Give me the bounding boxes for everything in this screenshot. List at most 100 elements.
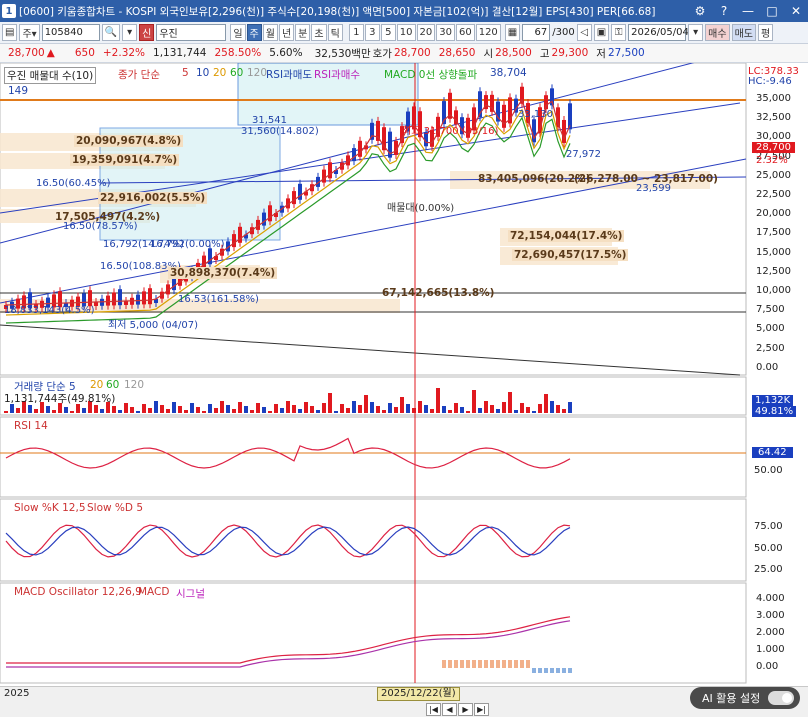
macd-tick: 0.00 xyxy=(756,661,779,672)
volume-bar xyxy=(430,409,434,413)
chart-area[interactable]: 우진 매물대 수(10) 종가 단순 5 10 20 60 120 RSI과매도… xyxy=(0,60,808,686)
price-change-pct: +2.32% xyxy=(102,47,146,59)
volume-bar xyxy=(382,410,386,413)
volume-bar xyxy=(322,403,326,413)
stoch-tick-50: 50.00 xyxy=(754,543,783,554)
minute-button[interactable]: 60 xyxy=(455,24,475,41)
volume-bar xyxy=(142,404,146,413)
volume-value: 1,131,744주(49.81%) xyxy=(4,393,116,405)
scroll-first-icon[interactable]: |◀ xyxy=(426,703,441,716)
minute-button[interactable]: 10 xyxy=(396,24,416,41)
price-tick: 35,000 xyxy=(756,93,791,104)
macd-tick: 1.000 xyxy=(756,644,785,655)
ai-settings-button[interactable]: AI 활용 설정 xyxy=(690,687,800,709)
minute-button[interactable]: 3 xyxy=(364,24,380,41)
minute-button[interactable]: 20 xyxy=(416,24,436,41)
help-icon[interactable]: ? xyxy=(712,1,736,21)
stock-code-input[interactable]: 105840 xyxy=(41,24,100,41)
rsi-label: RSI 14 xyxy=(14,420,48,432)
minimize-icon[interactable]: — xyxy=(736,1,760,21)
save-icon[interactable]: ▣ xyxy=(593,24,610,41)
date-input[interactable]: 2026/05/04 xyxy=(628,24,689,41)
stock-type-dropdown[interactable]: 주▾ xyxy=(19,24,40,41)
volume-bar xyxy=(130,407,134,413)
volume-bar xyxy=(316,410,320,413)
volume-bar xyxy=(214,408,218,413)
candle xyxy=(322,169,326,183)
fib-label-4: 16.53(161.58%) xyxy=(178,294,259,305)
period-button[interactable]: 월 xyxy=(262,24,278,41)
candle xyxy=(112,292,116,306)
volume-bar xyxy=(148,408,152,413)
close-icon[interactable]: ✕ xyxy=(784,1,808,21)
price-tick: 5,000 xyxy=(756,323,785,335)
price-tick: 22,500 xyxy=(756,189,791,200)
stoch-tick-25: 25.00 xyxy=(754,564,783,575)
prev-icon[interactable]: ◁ xyxy=(576,24,592,41)
bar-count-icon[interactable]: ▦ xyxy=(504,24,521,41)
period-button[interactable]: 초 xyxy=(311,24,327,41)
search-icon[interactable]: 🔍 xyxy=(101,24,121,41)
period-button[interactable]: 분 xyxy=(295,24,311,41)
stock-name-field[interactable]: 우진 xyxy=(156,24,227,41)
volume-bar xyxy=(370,402,374,413)
volume-bar xyxy=(274,404,278,413)
layout-icon[interactable]: ▤ xyxy=(2,24,18,41)
macd-histogram-bar xyxy=(466,660,470,668)
volume-bar xyxy=(166,409,170,413)
low-annotation: 최저 5,000 (04/07) xyxy=(108,320,199,331)
scroll-last-icon[interactable]: ▶| xyxy=(474,703,489,716)
stoch-k-label: Slow %K 12,5 xyxy=(14,502,86,514)
volume-bar xyxy=(178,406,182,413)
volume-bar xyxy=(376,406,380,413)
candle xyxy=(142,291,146,305)
volume-bar xyxy=(124,403,128,413)
list-icon[interactable]: ▾ xyxy=(122,24,138,41)
scroll-next-icon[interactable]: ▶ xyxy=(458,703,473,716)
minute-button[interactable]: 5 xyxy=(380,24,396,41)
current-price-pct: 2.32% xyxy=(756,155,788,166)
level-a: 23,599 xyxy=(636,183,671,194)
macd-tick: 4.000 xyxy=(756,593,785,604)
settings-icon[interactable]: ⚙ xyxy=(688,1,712,21)
volume-bar xyxy=(412,408,416,413)
minute-button[interactable]: 30 xyxy=(436,24,455,41)
volume-bar xyxy=(292,405,296,413)
open-label: 시 xyxy=(483,47,494,60)
volume-ratio: 258.50% xyxy=(214,47,262,59)
avg-button[interactable]: 평 xyxy=(757,24,774,41)
macd-signal-label: MACD 0선 상향돌파 xyxy=(384,69,478,81)
box-top-a: 31,541 xyxy=(252,115,287,126)
high-annotation: 최고 31,700 (03/16) xyxy=(402,126,499,137)
minute-button[interactable]: 120 xyxy=(475,24,501,41)
minute-button[interactable]: 1 xyxy=(348,24,364,41)
volume-bar xyxy=(82,408,86,413)
low-label: 저 xyxy=(596,47,606,60)
lock-icon[interactable]: ⚿ xyxy=(611,24,627,41)
volume-axis-pct: 49.81% xyxy=(752,406,797,417)
scroll-prev-icon[interactable]: ◀ xyxy=(442,703,457,716)
volume-bar xyxy=(406,404,410,413)
fib-label-1: 16.50(60.45%) xyxy=(36,178,111,189)
volume-bar xyxy=(478,408,482,413)
year-label: 2025 xyxy=(4,688,30,699)
volume-bar xyxy=(400,397,404,413)
period-button[interactable]: 틱 xyxy=(327,24,343,41)
calendar-icon[interactable]: ▾ xyxy=(688,24,704,41)
maximize-icon[interactable]: □ xyxy=(760,1,784,21)
volume-bar xyxy=(184,410,188,413)
volume-bar xyxy=(118,410,122,413)
period-button[interactable]: 일 xyxy=(230,24,246,41)
bar-count-input[interactable]: 67 xyxy=(522,24,551,41)
low-price: 27,500 xyxy=(607,47,645,59)
volume-bar xyxy=(280,408,284,413)
macd-signal-value: 38,704 xyxy=(490,67,527,79)
ai-toggle[interactable] xyxy=(768,691,794,705)
volume-bar xyxy=(394,407,398,413)
buy-button[interactable]: 매수 xyxy=(705,24,730,41)
period-button[interactable]: 년 xyxy=(278,24,295,41)
sell-button[interactable]: 매도 xyxy=(731,24,756,41)
current-price-marker: 28,700 xyxy=(752,142,795,153)
volume-bar xyxy=(94,405,98,413)
period-button[interactable]: 주 xyxy=(246,24,262,41)
